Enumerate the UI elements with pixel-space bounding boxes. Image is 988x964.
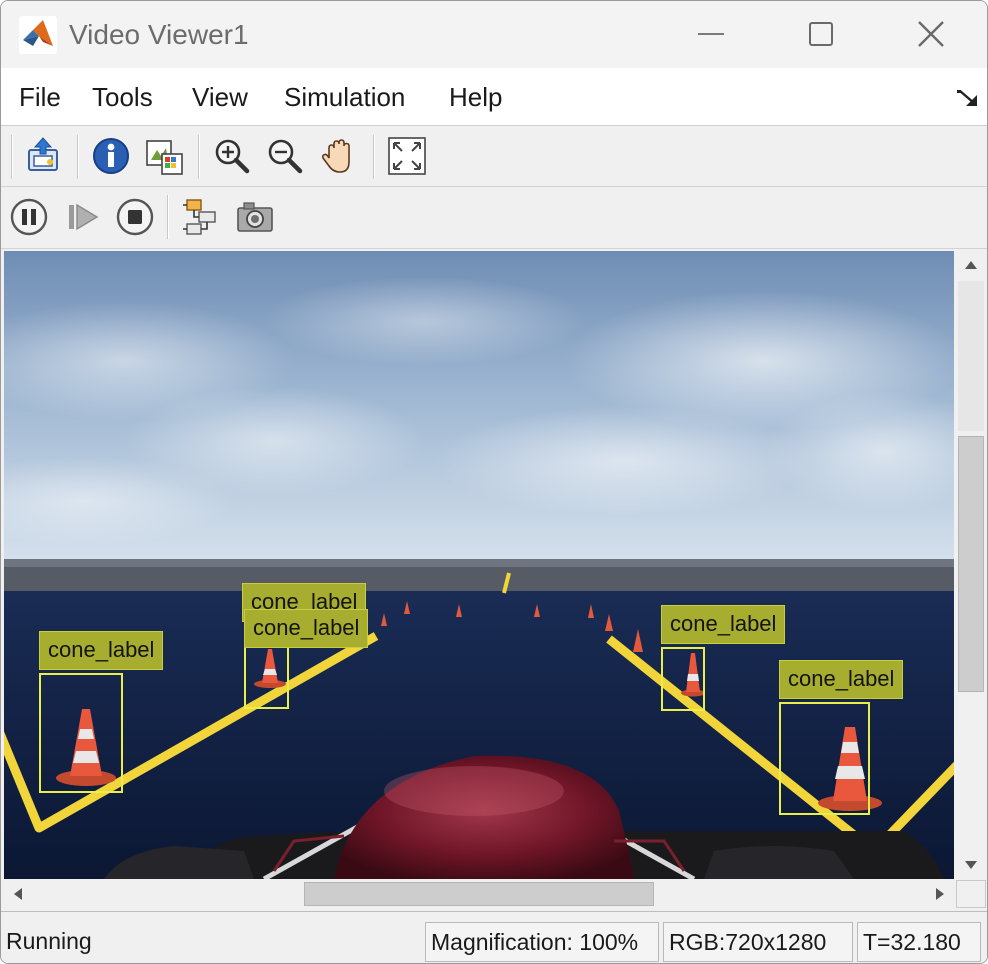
detection-label: cone_label <box>779 660 904 699</box>
minimize-icon <box>698 33 724 35</box>
stop-icon[interactable] <box>115 197 155 237</box>
menu-view[interactable]: View <box>192 81 248 113</box>
step-forward-icon[interactable] <box>63 197 103 237</box>
detection-label: cone_label <box>661 605 786 644</box>
vertical-scroll-thumb[interactable] <box>958 436 984 692</box>
menu-file[interactable]: File <box>19 81 61 113</box>
pan-hand-icon[interactable] <box>319 136 359 176</box>
vertical-scrollbar[interactable] <box>956 251 986 879</box>
maximize-button[interactable] <box>791 9 851 59</box>
toolbar-separator <box>198 135 200 179</box>
snapshot-camera-icon[interactable] <box>235 197 275 237</box>
simulation-status: Running <box>6 928 92 954</box>
toolbar-separator <box>373 135 375 179</box>
video-viewer-window: Video Viewer1 File Tools View Simulation… <box>0 0 988 964</box>
scroll-left-arrow-icon[interactable] <box>4 880 32 908</box>
magnification-readout: Magnification: 100% <box>425 922 659 962</box>
horizontal-scroll-thumb[interactable] <box>304 882 654 906</box>
image-info-readout: RGB:720x1280 <box>663 922 853 962</box>
horizontal-scrollbar[interactable] <box>4 880 954 908</box>
window-title: Video Viewer1 <box>69 19 249 50</box>
scroll-right-arrow-icon[interactable] <box>926 880 954 908</box>
vertical-scroll-track[interactable] <box>958 281 984 431</box>
detection-box <box>779 702 870 815</box>
print-icon[interactable] <box>23 136 63 176</box>
simulation-time-readout: T=32.180 <box>857 922 981 962</box>
toolbar-playback <box>1 187 987 249</box>
video-display[interactable]: cone_label cone_label cone_label cone_la… <box>4 251 954 879</box>
maximize-icon <box>809 22 833 46</box>
toolbar-main <box>1 127 987 187</box>
pause-icon[interactable] <box>9 197 49 237</box>
minimize-button[interactable] <box>681 9 741 59</box>
undock-arrow-icon[interactable] <box>957 88 981 108</box>
menu-bar: File Tools View Simulation Help <box>1 68 987 126</box>
toolbar-separator <box>167 195 169 239</box>
close-button[interactable] <box>901 9 961 59</box>
menu-simulation[interactable]: Simulation <box>284 81 405 113</box>
status-bar: Running Magnification: 100% RGB:720x1280… <box>1 911 987 963</box>
scroll-up-arrow-icon[interactable] <box>956 251 986 279</box>
fit-to-view-icon[interactable] <box>387 136 427 176</box>
title-bar[interactable]: Video Viewer1 <box>1 1 987 68</box>
scrollbar-corner <box>956 880 986 908</box>
detection-box <box>39 673 123 793</box>
zoom-in-icon[interactable] <box>212 136 252 176</box>
toolbar-separator <box>11 135 13 179</box>
simulink-model-icon[interactable] <box>181 197 221 237</box>
scroll-down-arrow-icon[interactable] <box>956 851 986 879</box>
toolbar-separator <box>77 135 79 179</box>
colormap-icon[interactable] <box>144 136 184 176</box>
detection-box <box>661 647 705 711</box>
zoom-out-icon[interactable] <box>265 136 305 176</box>
detection-label: cone_label <box>244 609 369 648</box>
close-icon <box>918 21 944 47</box>
menu-tools[interactable]: Tools <box>92 81 153 113</box>
matlab-logo-icon <box>19 16 57 54</box>
menu-help[interactable]: Help <box>449 81 502 113</box>
detection-label: cone_label <box>39 631 164 670</box>
info-icon[interactable] <box>91 136 131 176</box>
